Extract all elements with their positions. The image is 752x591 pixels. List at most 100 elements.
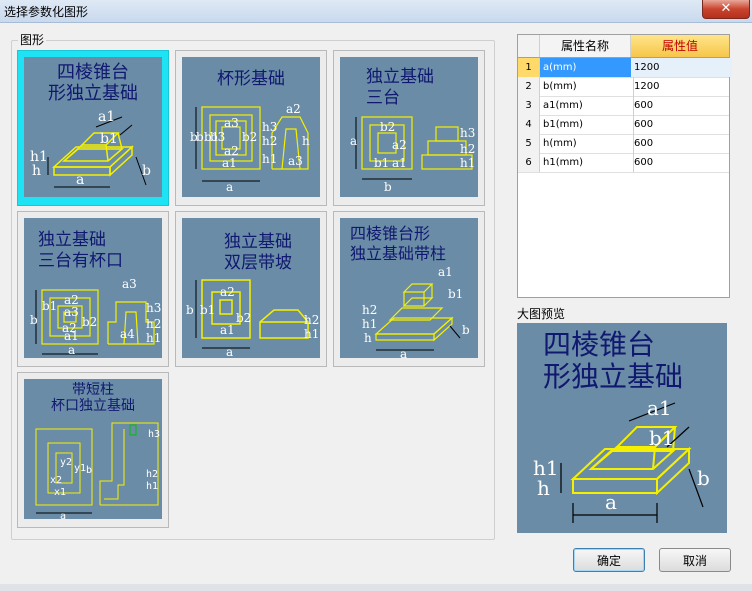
row-number: 1 — [518, 58, 540, 77]
table-corner-cell — [518, 35, 540, 57]
dim-label: h — [537, 476, 550, 500]
dim-label: a2 — [220, 285, 235, 299]
dim-label: b1 — [204, 130, 219, 144]
dim-label: b1 — [448, 287, 463, 301]
dim-label: h1 — [146, 331, 161, 345]
dim-label: a4 — [120, 327, 135, 341]
dim-label: a — [76, 172, 84, 188]
property-value[interactable]: 600 — [631, 153, 732, 172]
dim-label: h — [364, 331, 372, 345]
shape-thumbnail: 独立基础 三台有杯口 a3 a2 a3 a1 b1 b2 a2 b h3 h2 … — [24, 218, 162, 358]
dim-label: h2 — [362, 303, 377, 317]
dim-label: b2 — [236, 311, 251, 325]
dim-label: b1 — [42, 299, 57, 313]
shape-tile-pyramid-footing[interactable]: 四棱锥台 形独立基础 a1 b1 h1 h a b — [17, 50, 169, 206]
column-header-name[interactable]: 属性名称 — [540, 35, 631, 57]
large-preview: 四棱锥台 形独立基础 a1 b1 h1 h a b — [517, 323, 727, 533]
property-name[interactable]: h1(mm) — [540, 153, 634, 172]
row-number: 3 — [518, 96, 540, 115]
dim-label: b — [142, 163, 151, 179]
dim-label: h3 — [262, 120, 277, 134]
three-step-footing-drawing: a b2 a2 b1 a1 h3 h2 h1 b — [350, 116, 475, 194]
dim-label: a — [226, 345, 233, 358]
dim-label: b1 — [200, 303, 215, 317]
double-layer-slope-footing-drawing: a2 b2 a1 b b1 h2 h1 a — [186, 279, 319, 358]
dim-label: a — [226, 180, 233, 194]
property-name[interactable]: b1(mm) — [540, 115, 634, 134]
shape-thumbnail: 独立基础 三台 a b2 a2 b1 a1 h3 h2 h1 b — [340, 57, 478, 197]
shape-thumbnail: 杯形基础 a2 a3 b3 b2 b1 a2 a1 h3 h2 h1 b b a… — [182, 57, 320, 197]
preview-title-line: 形独立基础 — [543, 360, 684, 393]
dim-label: x2 — [50, 475, 62, 486]
row-number: 4 — [518, 115, 540, 134]
property-value[interactable]: 1200 — [631, 77, 732, 96]
dim-label: a1 — [98, 109, 115, 125]
table-row[interactable]: 6 h1(mm) 600 — [518, 153, 729, 173]
dim-label: b — [196, 130, 204, 144]
three-step-cup-footing-drawing: a3 a2 a3 a1 b1 b2 a2 b h3 h2 h1 a4 a — [30, 277, 161, 357]
dim-label: b — [384, 180, 392, 194]
dim-label: b2 — [242, 130, 257, 144]
dim-label: h2 — [262, 134, 277, 148]
dim-label: a1 — [222, 156, 237, 170]
close-button[interactable]: ✕ — [702, 0, 750, 19]
property-value[interactable]: 600 — [631, 134, 732, 153]
shape-tile-cup-footing[interactable]: 杯形基础 a2 a3 b3 b2 b1 a2 a1 h3 h2 h1 b b a… — [175, 50, 327, 206]
dim-label: b1 — [100, 131, 118, 147]
dim-label: h3 — [146, 301, 161, 315]
dim-label: a2 — [392, 138, 407, 152]
dim-label: h1 — [146, 481, 158, 492]
property-value[interactable]: 600 — [631, 115, 732, 134]
shape-tile-short-column-cup-footing[interactable]: 带短柱 杯口独立基础 x2 y2 x1 y1 b h3 h1 h2 a — [17, 372, 169, 528]
dim-label: h2 — [146, 317, 161, 331]
dim-label: a3 — [288, 154, 303, 168]
column-header-value[interactable]: 属性值 — [631, 35, 729, 57]
dim-label: b2 — [82, 315, 97, 329]
preview-title-line: 四棱锥台 — [543, 328, 656, 361]
dim-label: b1 — [374, 156, 389, 170]
property-name[interactable]: b(mm) — [540, 77, 634, 96]
dim-label: h1 — [362, 317, 377, 331]
pyramid-column-footing-drawing: a1 b1 h2 h1 h b a — [362, 265, 470, 358]
shape-tile-double-layer-slope-footing[interactable]: 独立基础 双层带坡 a2 b2 a1 b b1 h2 h1 a — [175, 211, 327, 367]
short-column-cup-footing-drawing: x2 y2 x1 y1 b h3 h1 h2 a — [35, 422, 160, 519]
table-row[interactable]: 1 a(mm) 1200 — [518, 58, 732, 78]
dim-label: h2 — [304, 313, 319, 327]
cancel-button[interactable]: 取消 — [659, 548, 731, 572]
dim-label: b — [30, 313, 38, 327]
table-row[interactable]: 5 h(mm) 600 — [518, 134, 729, 154]
window-title: 选择参数化图形 — [4, 5, 89, 19]
property-name[interactable]: a1(mm) — [540, 96, 634, 115]
table-row[interactable]: 4 b1(mm) 600 — [518, 115, 729, 135]
status-bar — [0, 584, 752, 591]
dim-label: a3 — [122, 277, 137, 291]
shape-thumbnail: 带短柱 杯口独立基础 x2 y2 x1 y1 b h3 h1 h2 a — [24, 379, 162, 519]
row-number: 5 — [518, 134, 540, 153]
dim-label: y1 — [74, 463, 86, 474]
shape-tile-pyramid-footing-with-column[interactable]: 四棱锥台形 独立基础带柱 a1 b1 h2 h1 h b a — [333, 211, 485, 367]
dim-label: h2 — [146, 469, 158, 480]
shape-tile-three-step-cup-footing[interactable]: 独立基础 三台有杯口 a3 a2 a3 a1 b1 b2 a2 b h3 h2 … — [17, 211, 169, 367]
pyramid-footing-drawing: a1 b1 h1 h a b — [30, 109, 151, 188]
shape-tile-three-step-footing[interactable]: 独立基础 三台 a b2 a2 b1 a1 h3 h2 h1 b — [333, 50, 485, 206]
title-bar: 选择参数化图形 ✕ — [0, 0, 752, 23]
dim-label: a1 — [392, 156, 407, 170]
dim-label: h3 — [148, 429, 160, 440]
dim-label: b — [462, 323, 470, 337]
ok-button[interactable]: 确定 — [573, 548, 645, 572]
property-table: 属性名称 属性值 1 a(mm) 1200 2 b(mm) 1200 3 a1(… — [517, 34, 732, 298]
dim-label: a1 — [220, 323, 235, 337]
property-name[interactable]: a(mm) — [540, 58, 634, 77]
table-row[interactable]: 2 b(mm) 1200 — [518, 77, 729, 97]
dim-label: b2 — [380, 120, 395, 134]
property-value[interactable]: 1200 — [631, 58, 732, 77]
property-name[interactable]: h(mm) — [540, 134, 634, 153]
table-row[interactable]: 3 a1(mm) 600 — [518, 96, 729, 116]
property-value[interactable]: 600 — [631, 96, 732, 115]
dim-label: h — [302, 134, 310, 148]
dim-label: a — [68, 343, 75, 357]
cup-footing-drawing: a2 a3 b3 b2 b1 a2 a1 h3 h2 h1 b b a h a3 — [190, 102, 310, 194]
dim-label: h1 — [304, 327, 319, 341]
preview-label: 大图预览 — [517, 307, 566, 321]
dim-label: a — [60, 511, 66, 519]
